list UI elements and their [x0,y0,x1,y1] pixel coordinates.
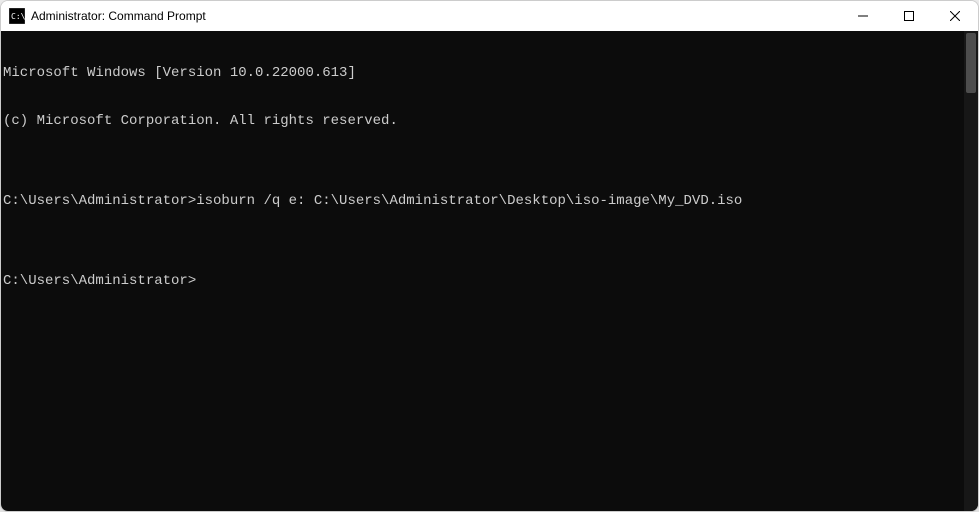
maximize-icon [904,11,914,21]
maximize-button[interactable] [886,1,932,31]
terminal-content[interactable]: Microsoft Windows [Version 10.0.22000.61… [1,31,964,511]
scrollbar-thumb[interactable] [966,33,976,93]
terminal-area[interactable]: Microsoft Windows [Version 10.0.22000.61… [1,31,978,511]
terminal-line: C:\Users\Administrator> [3,273,964,289]
cmd-icon: C:\ [9,8,25,24]
minimize-icon [858,11,868,21]
titlebar[interactable]: C:\ Administrator: Command Prompt [1,1,978,31]
close-icon [950,11,960,21]
minimize-button[interactable] [840,1,886,31]
window-title: Administrator: Command Prompt [31,9,206,23]
titlebar-left: C:\ Administrator: Command Prompt [9,8,206,24]
svg-text:C:\: C:\ [11,12,25,21]
close-button[interactable] [932,1,978,31]
command-prompt-window: C:\ Administrator: Command Prompt [0,0,979,512]
scrollbar[interactable] [964,31,978,511]
terminal-line: (c) Microsoft Corporation. All rights re… [3,113,964,129]
window-controls [840,1,978,31]
terminal-line: Microsoft Windows [Version 10.0.22000.61… [3,65,964,81]
terminal-line: C:\Users\Administrator>isoburn /q e: C:\… [3,193,964,209]
